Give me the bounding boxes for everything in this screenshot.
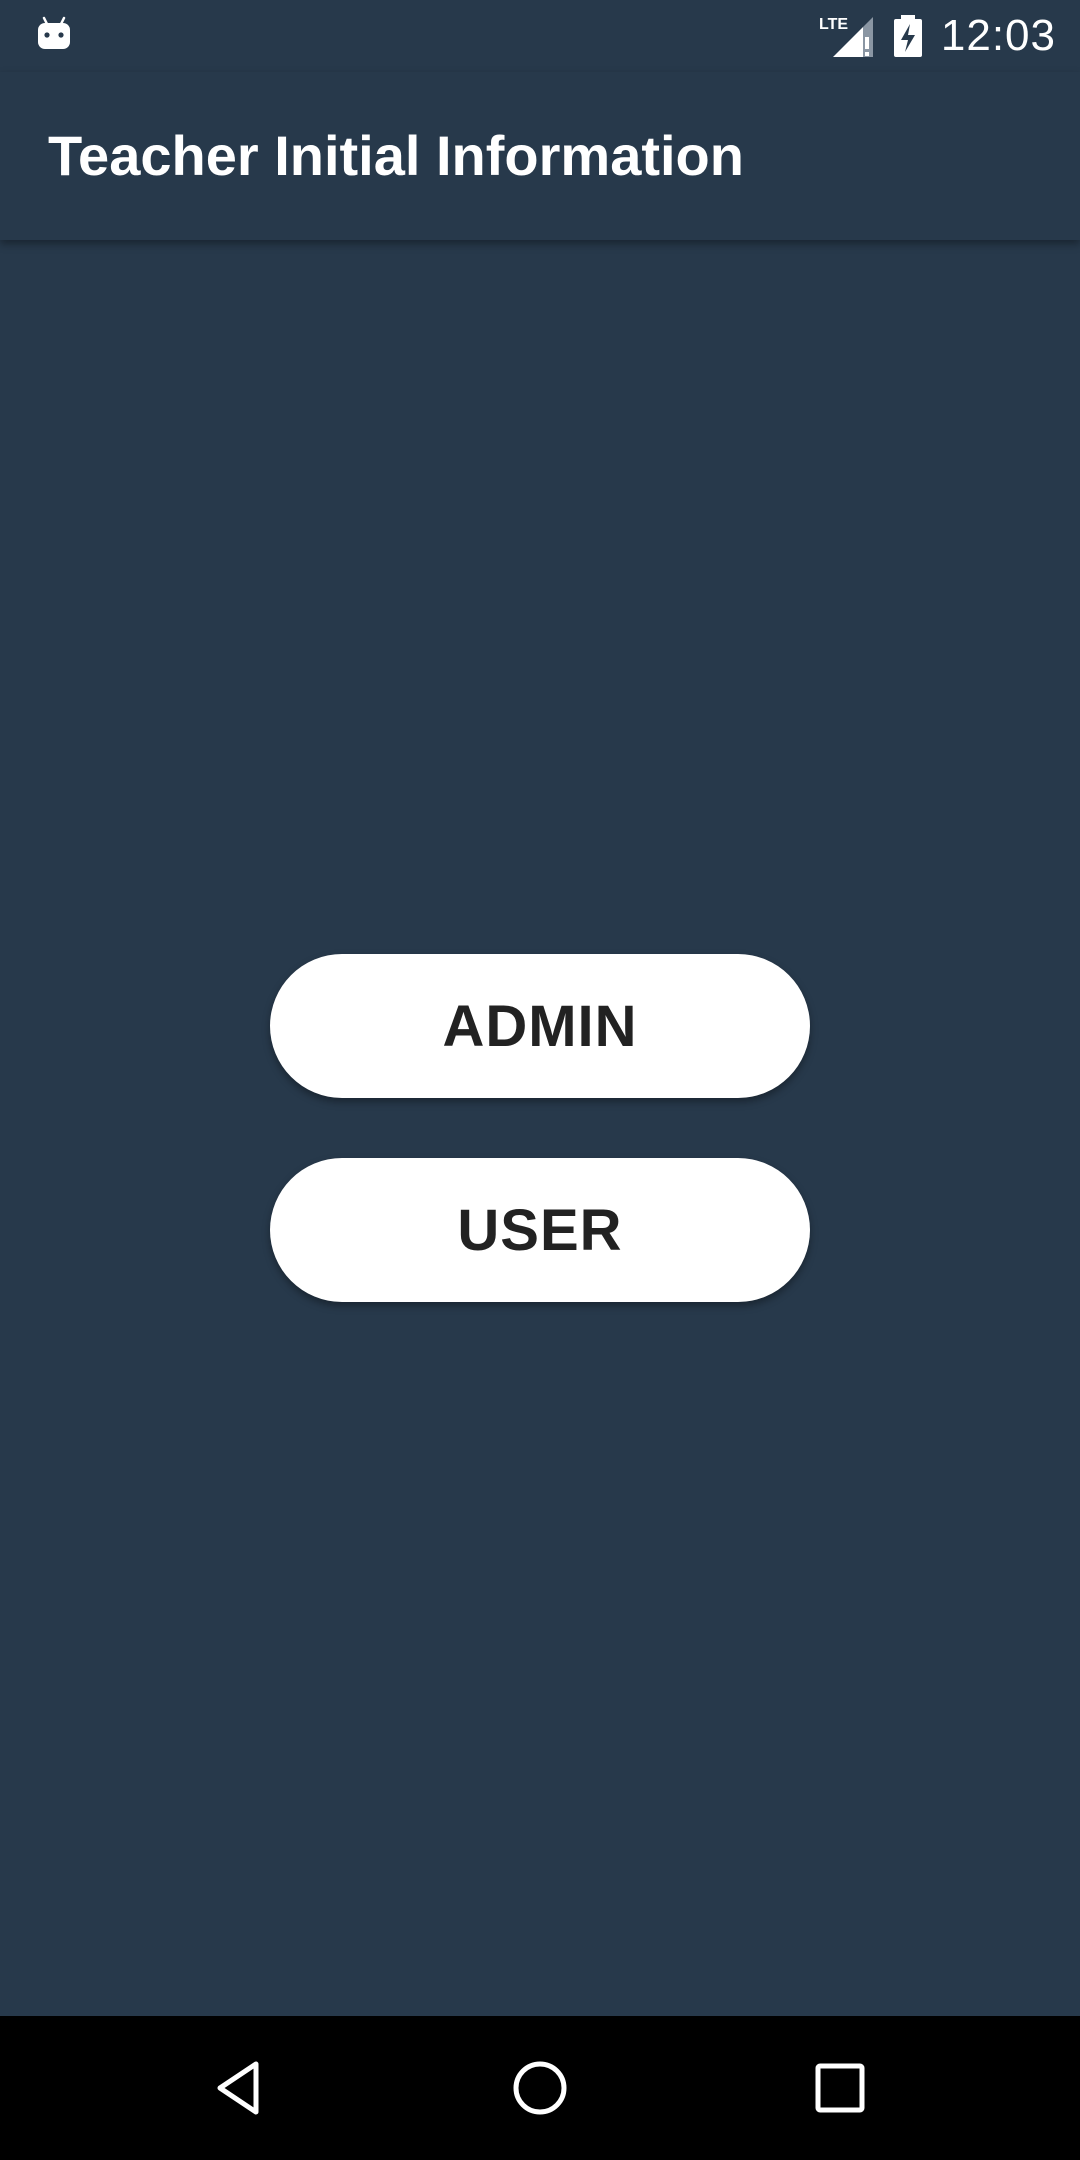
back-icon <box>217 2061 259 2115</box>
main-content: ADMIN USER <box>0 240 1080 2016</box>
status-icons: LTE 12:03 <box>819 0 1056 72</box>
status-bar: LTE 12:03 <box>0 0 1080 72</box>
app-bar: Teacher Initial Information <box>0 72 1080 240</box>
battery-charging-icon <box>893 15 922 57</box>
android-icon <box>38 16 70 49</box>
admin-button[interactable]: ADMIN <box>270 954 810 1098</box>
user-button[interactable]: USER <box>270 1158 810 1302</box>
screen: LTE 12:03 Teacher Initial Information AD… <box>0 0 1080 2160</box>
home-icon <box>513 2061 567 2115</box>
home-button[interactable] <box>460 2016 620 2160</box>
back-button[interactable] <box>160 2016 320 2160</box>
lte-signal-icon: LTE <box>819 16 873 57</box>
lte-label: LTE <box>819 16 848 33</box>
navigation-bar <box>0 2016 1080 2160</box>
recents-icon <box>815 2063 865 2113</box>
user-button-label: USER <box>457 1197 623 1263</box>
recents-button[interactable] <box>760 2016 920 2160</box>
app-title: Teacher Initial Information <box>48 124 744 187</box>
status-time: 12:03 <box>940 11 1056 60</box>
admin-button-label: ADMIN <box>442 993 638 1059</box>
